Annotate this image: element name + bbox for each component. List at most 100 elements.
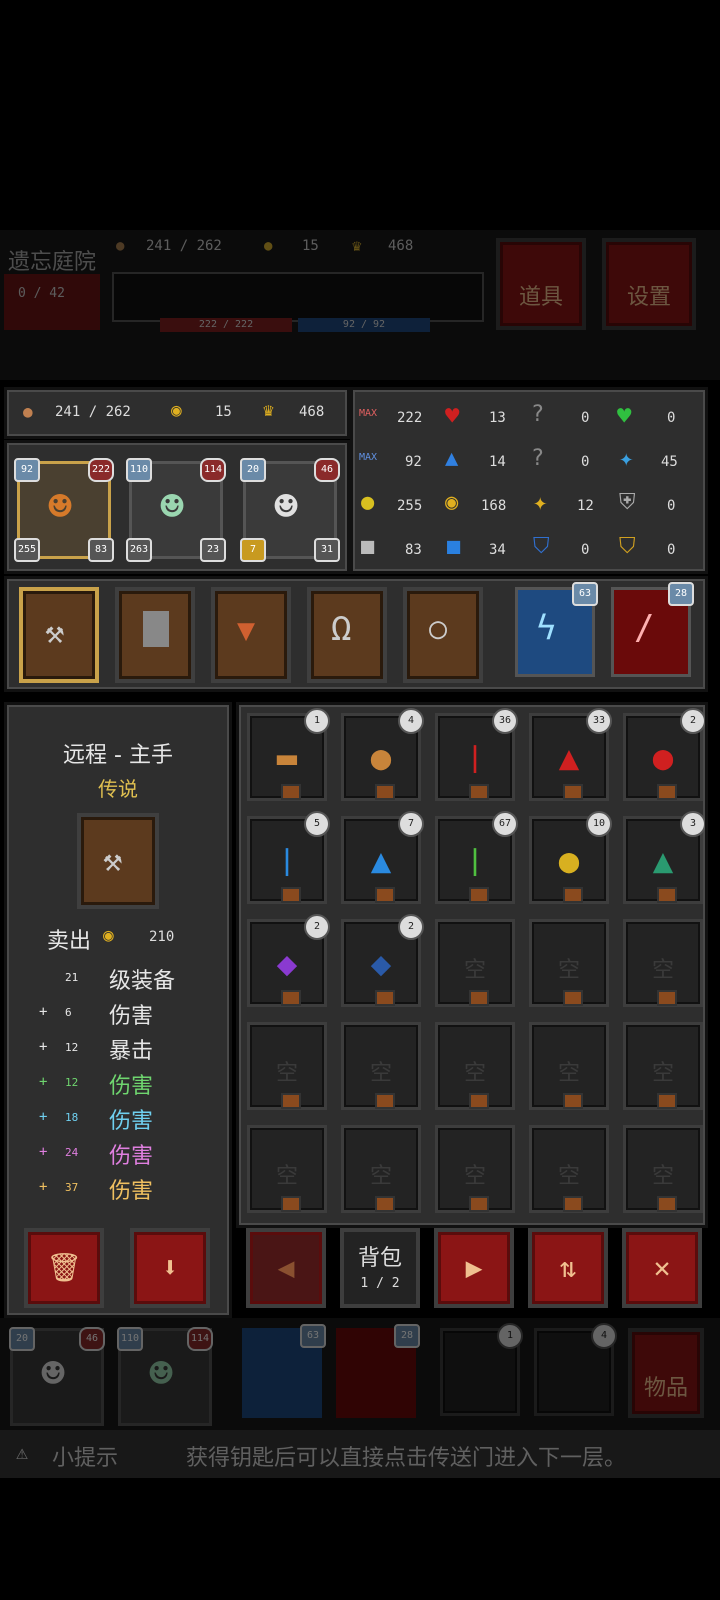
item-count: 33 bbox=[586, 708, 612, 734]
quick-item-1[interactable]: 1 bbox=[440, 1323, 523, 1416]
inventory-slot[interactable]: ▲ 33 bbox=[529, 708, 612, 801]
equip-slot-weapon[interactable]: ⚒ bbox=[19, 587, 99, 683]
hero-card-1[interactable]: ☻ 92 222 255 83 bbox=[14, 458, 114, 562]
item-stat-line: 21 级装备 bbox=[31, 963, 211, 995]
item-stat-line: +6 伤害 bbox=[31, 998, 211, 1030]
hero-panel: ☻ 92 222 255 83 ☻ 110 114 263 23 ☻ 20 46… bbox=[4, 440, 350, 574]
hero-hp: 222 bbox=[88, 458, 114, 482]
inventory-slot-empty[interactable]: 空 bbox=[623, 919, 703, 1007]
equip-slot-ring[interactable]: ○ bbox=[403, 587, 483, 683]
stat-prefix: + bbox=[39, 1179, 48, 1195]
ring-icon: ○ bbox=[429, 611, 448, 646]
potion-yellow-icon: ● bbox=[361, 490, 375, 515]
inventory-slot[interactable]: ▲ 7 bbox=[341, 811, 424, 904]
settings-button[interactable]: 设置 bbox=[602, 238, 696, 330]
red-flask-icon: ▲ bbox=[558, 738, 580, 778]
hero-card-2[interactable]: ☻ 110 114 263 23 bbox=[126, 458, 226, 562]
inventory-slot[interactable]: ❘ 5 bbox=[247, 811, 330, 904]
green-tube-icon: ❘ bbox=[464, 841, 486, 881]
sort-button[interactable]: ⇅ bbox=[528, 1228, 608, 1308]
inventory-slot-empty[interactable]: 空 bbox=[623, 1022, 703, 1110]
inventory-slot[interactable]: ▲ 3 bbox=[623, 811, 705, 904]
inventory-slot-empty[interactable]: 空 bbox=[247, 1022, 327, 1110]
bag-label: 背包 bbox=[357, 1246, 402, 1271]
next-page-button[interactable]: ▶ bbox=[434, 1228, 514, 1308]
stat-prefix: + bbox=[39, 1144, 48, 1160]
inventory-slot-empty[interactable]: 空 bbox=[435, 1022, 515, 1110]
inventory-slot-empty[interactable]: 空 bbox=[623, 1125, 703, 1213]
inventory-slot-empty[interactable]: 空 bbox=[529, 1125, 609, 1213]
slot-tag bbox=[281, 990, 301, 1006]
quick-skill-2[interactable]: 28 bbox=[336, 1324, 420, 1418]
inventory-button[interactable]: 物品 bbox=[628, 1328, 704, 1418]
inventory-slot[interactable]: ● 10 bbox=[529, 811, 612, 904]
equip-slot-offhand[interactable] bbox=[115, 587, 195, 683]
item-count: 36 bbox=[492, 708, 518, 734]
meat-icon: ● bbox=[370, 738, 392, 778]
inventory-slot[interactable]: ● 2 bbox=[623, 708, 705, 801]
item-count: 1 bbox=[497, 1323, 523, 1349]
inventory-slot[interactable]: ● 4 bbox=[341, 708, 424, 801]
top-food: 241 / 262 bbox=[146, 238, 222, 254]
inventory-slot[interactable]: ❘ 67 bbox=[435, 811, 518, 904]
inventory-slot[interactable]: ▬ 1 bbox=[247, 708, 330, 801]
hero-level: 20 bbox=[240, 458, 266, 482]
item-count: 10 bbox=[586, 811, 612, 837]
slot-tag bbox=[563, 1093, 583, 1109]
slot-tag bbox=[375, 990, 395, 1006]
inventory-slot-empty[interactable]: 空 bbox=[435, 919, 515, 1007]
items-button[interactable]: 道具 bbox=[496, 238, 586, 330]
inventory-grid: ▬ 1 ● 4 ❘ 36 ▲ 33 ● 2 ❘ 5 ▲ 7 ❘ 67 ● 10 ▲ 3 ◆ 2 ◆ 2 空空空空空空空空空空空空… bbox=[236, 702, 708, 1228]
red-tube-icon: ❘ bbox=[464, 738, 486, 778]
inventory-slot-empty[interactable]: 空 bbox=[247, 1125, 327, 1213]
inventory-slot-empty[interactable]: 空 bbox=[529, 1022, 609, 1110]
max-mp-icon: MAX bbox=[359, 452, 378, 463]
inventory-slot-empty[interactable]: 空 bbox=[341, 1125, 421, 1213]
quick-hero-1[interactable]: ☻ 20 46 bbox=[9, 1327, 105, 1426]
gold-coin-icon: ◉ bbox=[445, 490, 459, 515]
star-blue-icon: ✦ bbox=[619, 444, 634, 472]
trash-button[interactable]: 🗑 bbox=[24, 1228, 104, 1308]
armor-icon: ▼ bbox=[237, 613, 256, 648]
skill-level: 63 bbox=[300, 1324, 326, 1348]
inventory-slot[interactable]: ◆ 2 bbox=[247, 914, 330, 1007]
quick-item-2[interactable]: 4 bbox=[534, 1323, 617, 1416]
inventory-slot[interactable]: ❘ 36 bbox=[435, 708, 518, 801]
inventory-slot-empty[interactable]: 空 bbox=[435, 1125, 515, 1213]
quick-hero-2[interactable]: ☻ 110 114 bbox=[117, 1327, 213, 1426]
unequip-button[interactable]: ⬇ bbox=[130, 1228, 210, 1308]
empty-label: 空 bbox=[463, 1061, 486, 1086]
close-button[interactable]: ✕ bbox=[622, 1228, 702, 1308]
item-stat-line: +24 伤害 bbox=[31, 1138, 211, 1170]
item-count: 4 bbox=[398, 708, 424, 734]
empty-label: 空 bbox=[275, 1164, 298, 1189]
skill-slash[interactable]: / 28 bbox=[611, 582, 694, 677]
floor-banner: 0 / 42 bbox=[4, 274, 100, 330]
inventory-slot-empty[interactable]: 空 bbox=[529, 919, 609, 1007]
quick-skill-1[interactable]: 63 bbox=[242, 1324, 326, 1418]
slot-tag bbox=[563, 990, 583, 1006]
equip-slot-armor[interactable]: ▼ bbox=[211, 587, 291, 683]
item-count: 4 bbox=[591, 1323, 617, 1349]
sword-icon: / bbox=[634, 608, 655, 648]
inventory-slot[interactable]: ◆ 2 bbox=[341, 914, 424, 1007]
hero-hp: 114 bbox=[187, 1327, 213, 1351]
hero-hp: 46 bbox=[314, 458, 340, 482]
stat-unknown-2: 0 bbox=[581, 454, 590, 470]
slot-tag bbox=[657, 784, 677, 800]
inventory-slot-empty[interactable]: 空 bbox=[341, 1022, 421, 1110]
slot-tag bbox=[657, 1093, 677, 1109]
hero-card-3[interactable]: ☻ 20 46 7 31 bbox=[240, 458, 340, 562]
equipment-panel: ⚒ ▼ Ω ○ ϟ 63 / 28 bbox=[4, 576, 708, 692]
equip-slot-necklace[interactable]: Ω bbox=[307, 587, 387, 683]
slot-tag bbox=[563, 887, 583, 903]
slot-tag bbox=[469, 887, 489, 903]
shield-grey-icon: ⛨ bbox=[619, 490, 636, 515]
bread-icon: ▬ bbox=[276, 738, 298, 778]
skill-lightning[interactable]: ϟ 63 bbox=[515, 582, 598, 677]
armor-icon: ■ bbox=[361, 534, 375, 559]
prev-page-button[interactable]: ◀ bbox=[246, 1228, 326, 1308]
stat-label: 伤害 bbox=[109, 1179, 154, 1204]
purple-gem-icon: ◆ bbox=[276, 944, 298, 984]
slot-tag bbox=[375, 887, 395, 903]
